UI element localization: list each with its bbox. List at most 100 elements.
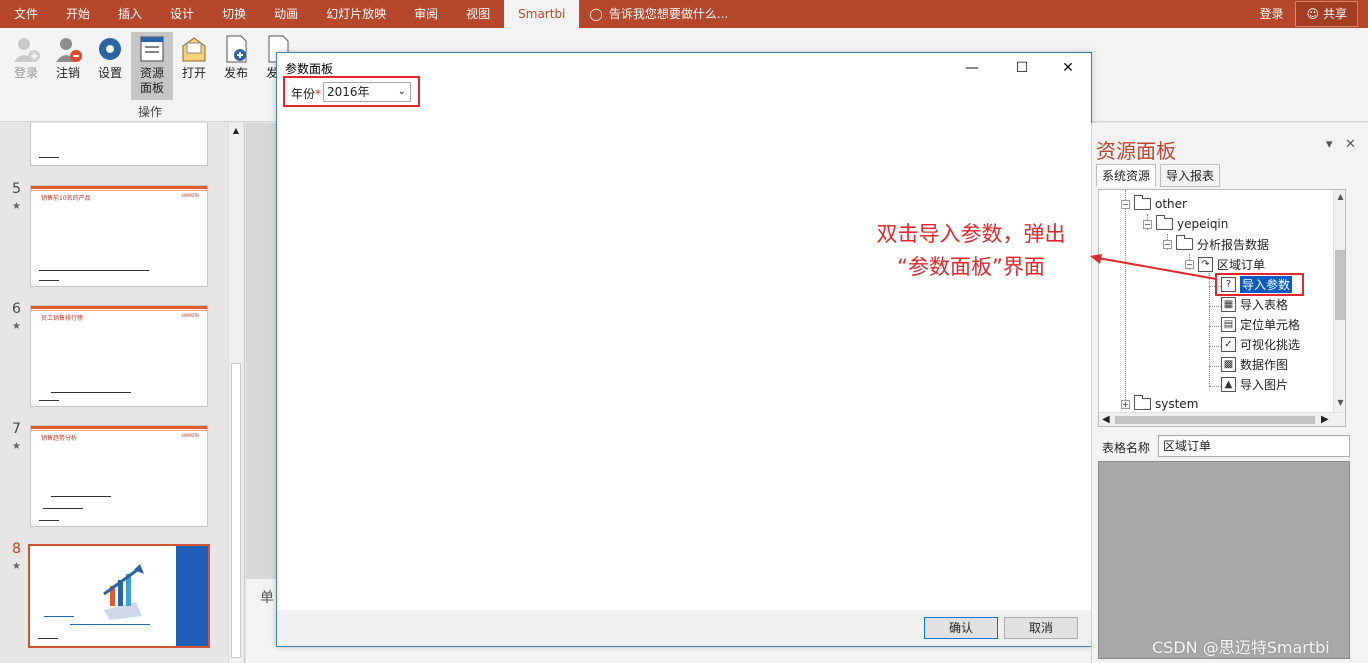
scroll-up-arrow-icon[interactable]: ▲: [231, 126, 241, 136]
slide-title: 员工销售排行榜: [41, 315, 84, 322]
slide-thumbnail-4[interactable]: [30, 123, 208, 166]
publish-button[interactable]: 发布: [215, 32, 257, 100]
preview-area: [1098, 461, 1350, 659]
tab-review[interactable]: 审阅: [400, 0, 452, 28]
thumb-text-line: [44, 616, 74, 617]
year-label: 年份*: [291, 85, 321, 102]
collapse-icon[interactable]: −: [1163, 239, 1172, 249]
table-name-label: 表格名称: [1102, 441, 1151, 455]
thumb-accent-bar: [31, 306, 207, 309]
table-icon: ▦: [1221, 296, 1236, 312]
tab-slideshow[interactable]: 幻灯片放映: [312, 0, 400, 28]
cancel-button[interactable]: 取消: [1004, 617, 1078, 639]
slide-thumbnail-5[interactable]: 销售前10名的产品 SMARTBI: [30, 185, 208, 287]
lightbulb-icon: ◯: [589, 7, 603, 21]
thumb-side-band: [176, 546, 208, 646]
tree-node-import-table[interactable]: ▦ 导入表格: [1221, 295, 1288, 313]
checklist-icon: ✓: [1221, 336, 1236, 352]
scroll-right-arrow-icon[interactable]: ▶: [1321, 414, 1329, 425]
login-button[interactable]: 登录: [5, 32, 47, 100]
annotation-text: 双击导入参数，弹出 “参数面板”界面: [858, 218, 1084, 284]
tab-design[interactable]: 设计: [156, 0, 208, 28]
tree-node-visual-select[interactable]: ✓ 可视化挑选: [1221, 335, 1300, 353]
confirm-button[interactable]: 确认: [924, 617, 998, 639]
table-name-field[interactable]: 区域订单: [1158, 435, 1350, 457]
share-button[interactable]: ☺ 共享: [1295, 1, 1358, 27]
tree-node-yepeiqin[interactable]: − yepeiqin: [1143, 215, 1228, 233]
tab-imported-reports[interactable]: 导入报表: [1160, 164, 1221, 187]
tab-view[interactable]: 视图: [452, 0, 504, 28]
resource-panel-title: 资源面板: [1096, 139, 1176, 163]
thumb-text-line: [39, 157, 59, 158]
logout-button[interactable]: 注销: [47, 32, 89, 100]
thumbnails-scrollbar[interactable]: ▲: [228, 123, 243, 663]
open-button[interactable]: 打开: [173, 32, 215, 100]
login-link[interactable]: 登录: [1247, 0, 1295, 28]
tree-node-label: 可视化挑选: [1240, 337, 1301, 352]
thumb-accent-bar-thin: [31, 310, 207, 311]
thumb-text-line: [39, 270, 149, 271]
tab-smartbi[interactable]: Smartbi: [504, 0, 580, 28]
slide-number: 6: [12, 301, 21, 317]
tree-node-label: 导入图片: [1240, 377, 1289, 392]
expand-icon[interactable]: +: [1121, 399, 1130, 409]
cell-icon: ▤: [1221, 316, 1236, 332]
person-icon: ☺: [1306, 7, 1319, 21]
panel-close-icon[interactable]: ✕: [1345, 137, 1356, 152]
tab-file[interactable]: 文件: [0, 0, 52, 28]
year-parameter-row: 年份* 2016年 ⌄: [283, 76, 420, 107]
thumb-accent-bar-thin: [31, 190, 207, 191]
slide-thumbnail-6[interactable]: 员工销售排行榜 SMARTBI: [30, 305, 208, 407]
scroll-up-arrow-icon[interactable]: ▲: [1334, 192, 1345, 201]
tree-node-label: other: [1155, 197, 1187, 211]
slide-thumbnail-8[interactable]: [28, 544, 210, 648]
panel-dropdown-icon[interactable]: ▾: [1326, 137, 1333, 152]
tab-insert[interactable]: 插入: [104, 0, 156, 28]
scrollbar-thumb[interactable]: [1335, 250, 1345, 320]
settings-button[interactable]: 设置: [89, 32, 131, 100]
tab-home[interactable]: 开始: [52, 0, 104, 28]
tab-animations[interactable]: 动画: [260, 0, 312, 28]
thumb-text-line: [51, 496, 111, 497]
scrollbar-thumb[interactable]: [1115, 416, 1315, 424]
scroll-left-arrow-icon[interactable]: ◀: [1102, 414, 1110, 425]
chevron-down-icon: ⌄: [397, 86, 406, 97]
tell-me-box[interactable]: ◯ 告诉我您想要做什么...: [589, 0, 728, 28]
notes-placeholder: 单: [260, 590, 274, 606]
slide-number: 8: [12, 541, 21, 557]
login-label: 登录: [13, 66, 38, 80]
year-label-text: 年份: [291, 87, 316, 101]
tree-node-import-image[interactable]: ▲ 导入图片: [1221, 375, 1288, 393]
slide-number: 7: [12, 421, 21, 437]
resource-panel-button[interactable]: 资源 面板: [131, 32, 173, 100]
tree-vertical-scrollbar[interactable]: ▲ ▼: [1333, 190, 1345, 412]
minimize-icon[interactable]: —: [957, 57, 987, 79]
tree-horizontal-scrollbar[interactable]: ◀ ▶: [1099, 412, 1345, 426]
tree-node-other[interactable]: − other: [1121, 195, 1187, 213]
scrollbar-thumb[interactable]: [231, 363, 241, 658]
slide-title: 销售前10名的产品: [41, 195, 91, 202]
thumb-accent-bar: [31, 186, 207, 189]
tree-node-system[interactable]: + system: [1121, 395, 1198, 413]
tree-line: [1125, 190, 1126, 404]
collapse-icon[interactable]: −: [1121, 199, 1130, 209]
tab-transitions[interactable]: 切换: [208, 0, 260, 28]
thumb-text-line: [43, 508, 83, 509]
gear-icon: [95, 34, 125, 64]
close-icon[interactable]: ✕: [1053, 57, 1083, 79]
slide-thumbnail-7[interactable]: 销售趋势分析 SMARTBI: [30, 425, 208, 527]
tree-node-data-chart[interactable]: ▩ 数据作图: [1221, 355, 1288, 373]
annotation-line-2: “参数面板”界面: [897, 255, 1045, 279]
open-label: 打开: [181, 66, 206, 80]
maximize-icon[interactable]: ☐: [1007, 57, 1037, 79]
tree-node-analysis-folder[interactable]: − 分析报告数据: [1163, 235, 1269, 253]
collapse-icon[interactable]: −: [1143, 219, 1152, 229]
thumb-text-line: [38, 638, 58, 639]
year-select[interactable]: 2016年 ⌄: [323, 82, 411, 102]
tab-system-resources[interactable]: 系统资源: [1096, 164, 1157, 187]
scroll-down-arrow-icon[interactable]: ▼: [1334, 398, 1345, 407]
resource-panel: 资源面板 ▾ ✕ 系统资源 导入报表 − other − yepeiqin − …: [1091, 123, 1368, 663]
tree-node-locate-cell[interactable]: ▤ 定位单元格: [1221, 315, 1300, 333]
folder-icon: [1176, 235, 1193, 250]
slide-thumbnails-panel: 5 ★ 销售前10名的产品 SMARTBI 6 ★ 员工销售排行榜 SMARTB…: [0, 123, 245, 663]
